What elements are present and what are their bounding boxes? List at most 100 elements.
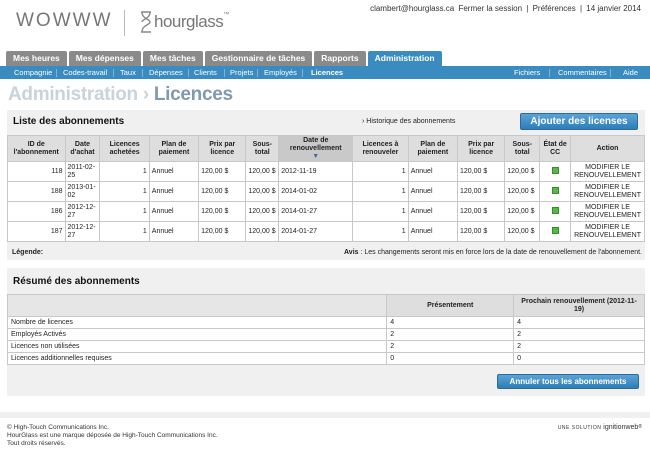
cell-cc-state	[539, 201, 572, 222]
history-link[interactable]: › Historique des abonnements	[362, 118, 455, 125]
col-header-next-renewal: Prochain renouvellement (2012-11-19)	[513, 294, 645, 317]
col-header[interactable]: Prix par licence	[457, 135, 506, 162]
subnav-compagnie[interactable]: Compagnie	[14, 66, 52, 79]
col-header: Action	[570, 135, 645, 162]
cell-plan: Annuel	[148, 181, 200, 202]
col-header[interactable]: Sous-total	[504, 135, 541, 162]
summary-label-header	[6, 294, 388, 317]
col-header[interactable]: Plan de paiement	[148, 135, 200, 162]
subnav-licences[interactable]: Licences	[311, 66, 343, 79]
cell-renewal-date: 2014-01-27	[278, 221, 354, 242]
cell-subtotal: 120,00 $	[245, 221, 280, 242]
cell-to-renew: 1	[352, 161, 409, 182]
subnav-fichiers[interactable]: Fichiers	[514, 66, 540, 79]
cell-price: 120,00 $	[198, 221, 247, 242]
cell-renew-subtotal: 120,00 $	[504, 201, 541, 222]
tab-mes-taches[interactable]: Mes tâches	[142, 51, 203, 66]
brand-tm: ®	[638, 424, 642, 430]
cell-renew-subtotal: 120,00 $	[504, 181, 541, 202]
subnav-projets[interactable]: Projets	[230, 66, 253, 79]
summary-row-label: Nombre de licences	[6, 316, 388, 329]
cell-subtotal: 120,00 $	[245, 201, 280, 222]
subnav-separator	[610, 69, 611, 77]
brand-prefix: UNE SOLUTION	[557, 425, 602, 431]
subnav-clients[interactable]: Clients	[194, 66, 217, 79]
footer-trademark: HourGlass est une marque déposée de High…	[7, 432, 218, 439]
cell-bought: 1	[99, 161, 150, 182]
col-header[interactable]: Plan de paiement	[407, 135, 459, 162]
subnav-commentaires[interactable]: Commentaires	[558, 66, 607, 79]
summary-title: Résumé des abonnements	[13, 276, 140, 287]
summary-next: 0	[513, 352, 645, 365]
col-header[interactable]: Licences à renouveler	[352, 135, 409, 162]
legend-label: Légende:	[12, 249, 44, 256]
logout-link[interactable]: Fermer la session	[458, 4, 522, 13]
summary-row: Licences non utilisées 2 2	[6, 340, 645, 353]
subnav-separator	[113, 69, 114, 77]
cell-to-renew: 1	[352, 181, 409, 202]
subnav-depenses[interactable]: Dépenses	[149, 66, 183, 79]
modify-renewal-link[interactable]: MODIFIER LE RENOUVELLEMENT	[570, 201, 645, 222]
cell-purchase-date: 2013-01-02	[64, 181, 101, 202]
col-header[interactable]: Sous-total	[245, 135, 280, 162]
col-header[interactable]: Date d'achat	[64, 135, 101, 162]
cell-renew-price: 120,00 $	[457, 161, 506, 182]
summary-row-label: Licences non utilisées	[6, 340, 388, 353]
user-email-link[interactable]: clambert@hourglass.ca	[370, 4, 454, 13]
cell-subtotal: 120,00 $	[245, 181, 280, 202]
cell-to-renew: 1	[352, 221, 409, 242]
summary-row-label: Employés Activés	[6, 328, 388, 341]
table-row: 118 2011-02-25 1 Annuel 120,00 $ 120,00 …	[7, 161, 645, 182]
cell-renew-plan: Annuel	[407, 201, 459, 222]
summary-row: Employés Activés 2 2	[6, 328, 645, 341]
hourglass-logo-icon	[141, 11, 151, 33]
modify-renewal-link[interactable]: MODIFIER LE RENOUVELLEMENT	[570, 181, 645, 202]
modify-renewal-link[interactable]: MODIFIER LE RENOUVELLEMENT	[570, 221, 645, 242]
hourglass-logo: hourglass™	[154, 12, 229, 32]
col-header[interactable]: Prix par licence	[198, 135, 247, 162]
main-tabs: Mes heures Mes dépenses Mes tâches Gesti…	[6, 51, 444, 66]
subnav-separator	[142, 69, 143, 77]
cell-id: 188	[7, 181, 66, 202]
summary-row: Licences additionnelles requises 0 0	[6, 352, 645, 365]
cell-to-renew: 1	[352, 201, 409, 222]
col-header[interactable]: ID de l'abonnement	[7, 135, 66, 162]
top-link-separator: |	[526, 4, 529, 13]
cell-renew-price: 120,00 $	[457, 201, 506, 222]
col-header[interactable]: Licences achetées	[99, 135, 150, 162]
cell-renew-plan: Annuel	[407, 181, 459, 202]
cell-cc-state	[539, 181, 572, 202]
cancel-all-subscriptions-button[interactable]: Annuler tous les abonnements	[497, 374, 639, 389]
cell-purchase-date: 2011-02-25	[64, 161, 101, 182]
col-header-sorted[interactable]: Date de renouvellement ▼	[278, 135, 354, 162]
cell-renew-subtotal: 120,00 $	[504, 161, 541, 182]
summary-table: Présentement Prochain renouvellement (20…	[6, 294, 645, 365]
summary-current: 2	[386, 340, 515, 353]
cell-renewal-date: 2014-01-02	[278, 181, 354, 202]
subnav-separator	[188, 69, 189, 77]
tab-rapports[interactable]: Rapports	[314, 51, 366, 66]
add-licenses-button[interactable]: Ajouter des licenses	[520, 113, 638, 130]
summary-row-label: Licences additionnelles requises	[6, 352, 388, 365]
subnav-taux[interactable]: Taux	[120, 66, 136, 79]
preferences-link[interactable]: Préférences	[533, 4, 576, 13]
subnav-aide[interactable]: Aide	[623, 66, 638, 79]
tab-administration[interactable]: Administration	[367, 51, 442, 66]
cell-price: 120,00 $	[198, 181, 247, 202]
cell-plan: Annuel	[148, 201, 200, 222]
ignitionweb-logo: UNE SOLUTION ignitionweb®	[558, 424, 642, 431]
subnav-employes[interactable]: Employés	[264, 66, 297, 79]
top-links: clambert@hourglass.ca Fermer la session …	[369, 4, 642, 13]
subnav-codes-travail[interactable]: Codes-travail	[63, 66, 107, 79]
col-header-label: Date de renouvellement	[289, 136, 342, 152]
modify-renewal-link[interactable]: MODIFIER LE RENOUVELLEMENT	[570, 161, 645, 182]
tab-mes-depenses[interactable]: Mes dépenses	[68, 51, 141, 66]
footer: © High-Touch Communications Inc. HourGla…	[7, 424, 218, 448]
tab-mes-heures[interactable]: Mes heures	[6, 51, 67, 66]
cell-plan: Annuel	[148, 161, 200, 182]
col-header[interactable]: État de CC	[539, 135, 572, 162]
logo-separator	[124, 10, 125, 36]
page-title-current: Licences	[153, 84, 233, 105]
summary-next: 4	[513, 316, 645, 329]
tab-gestionnaire-taches[interactable]: Gestionnaire de tâches	[204, 51, 313, 66]
